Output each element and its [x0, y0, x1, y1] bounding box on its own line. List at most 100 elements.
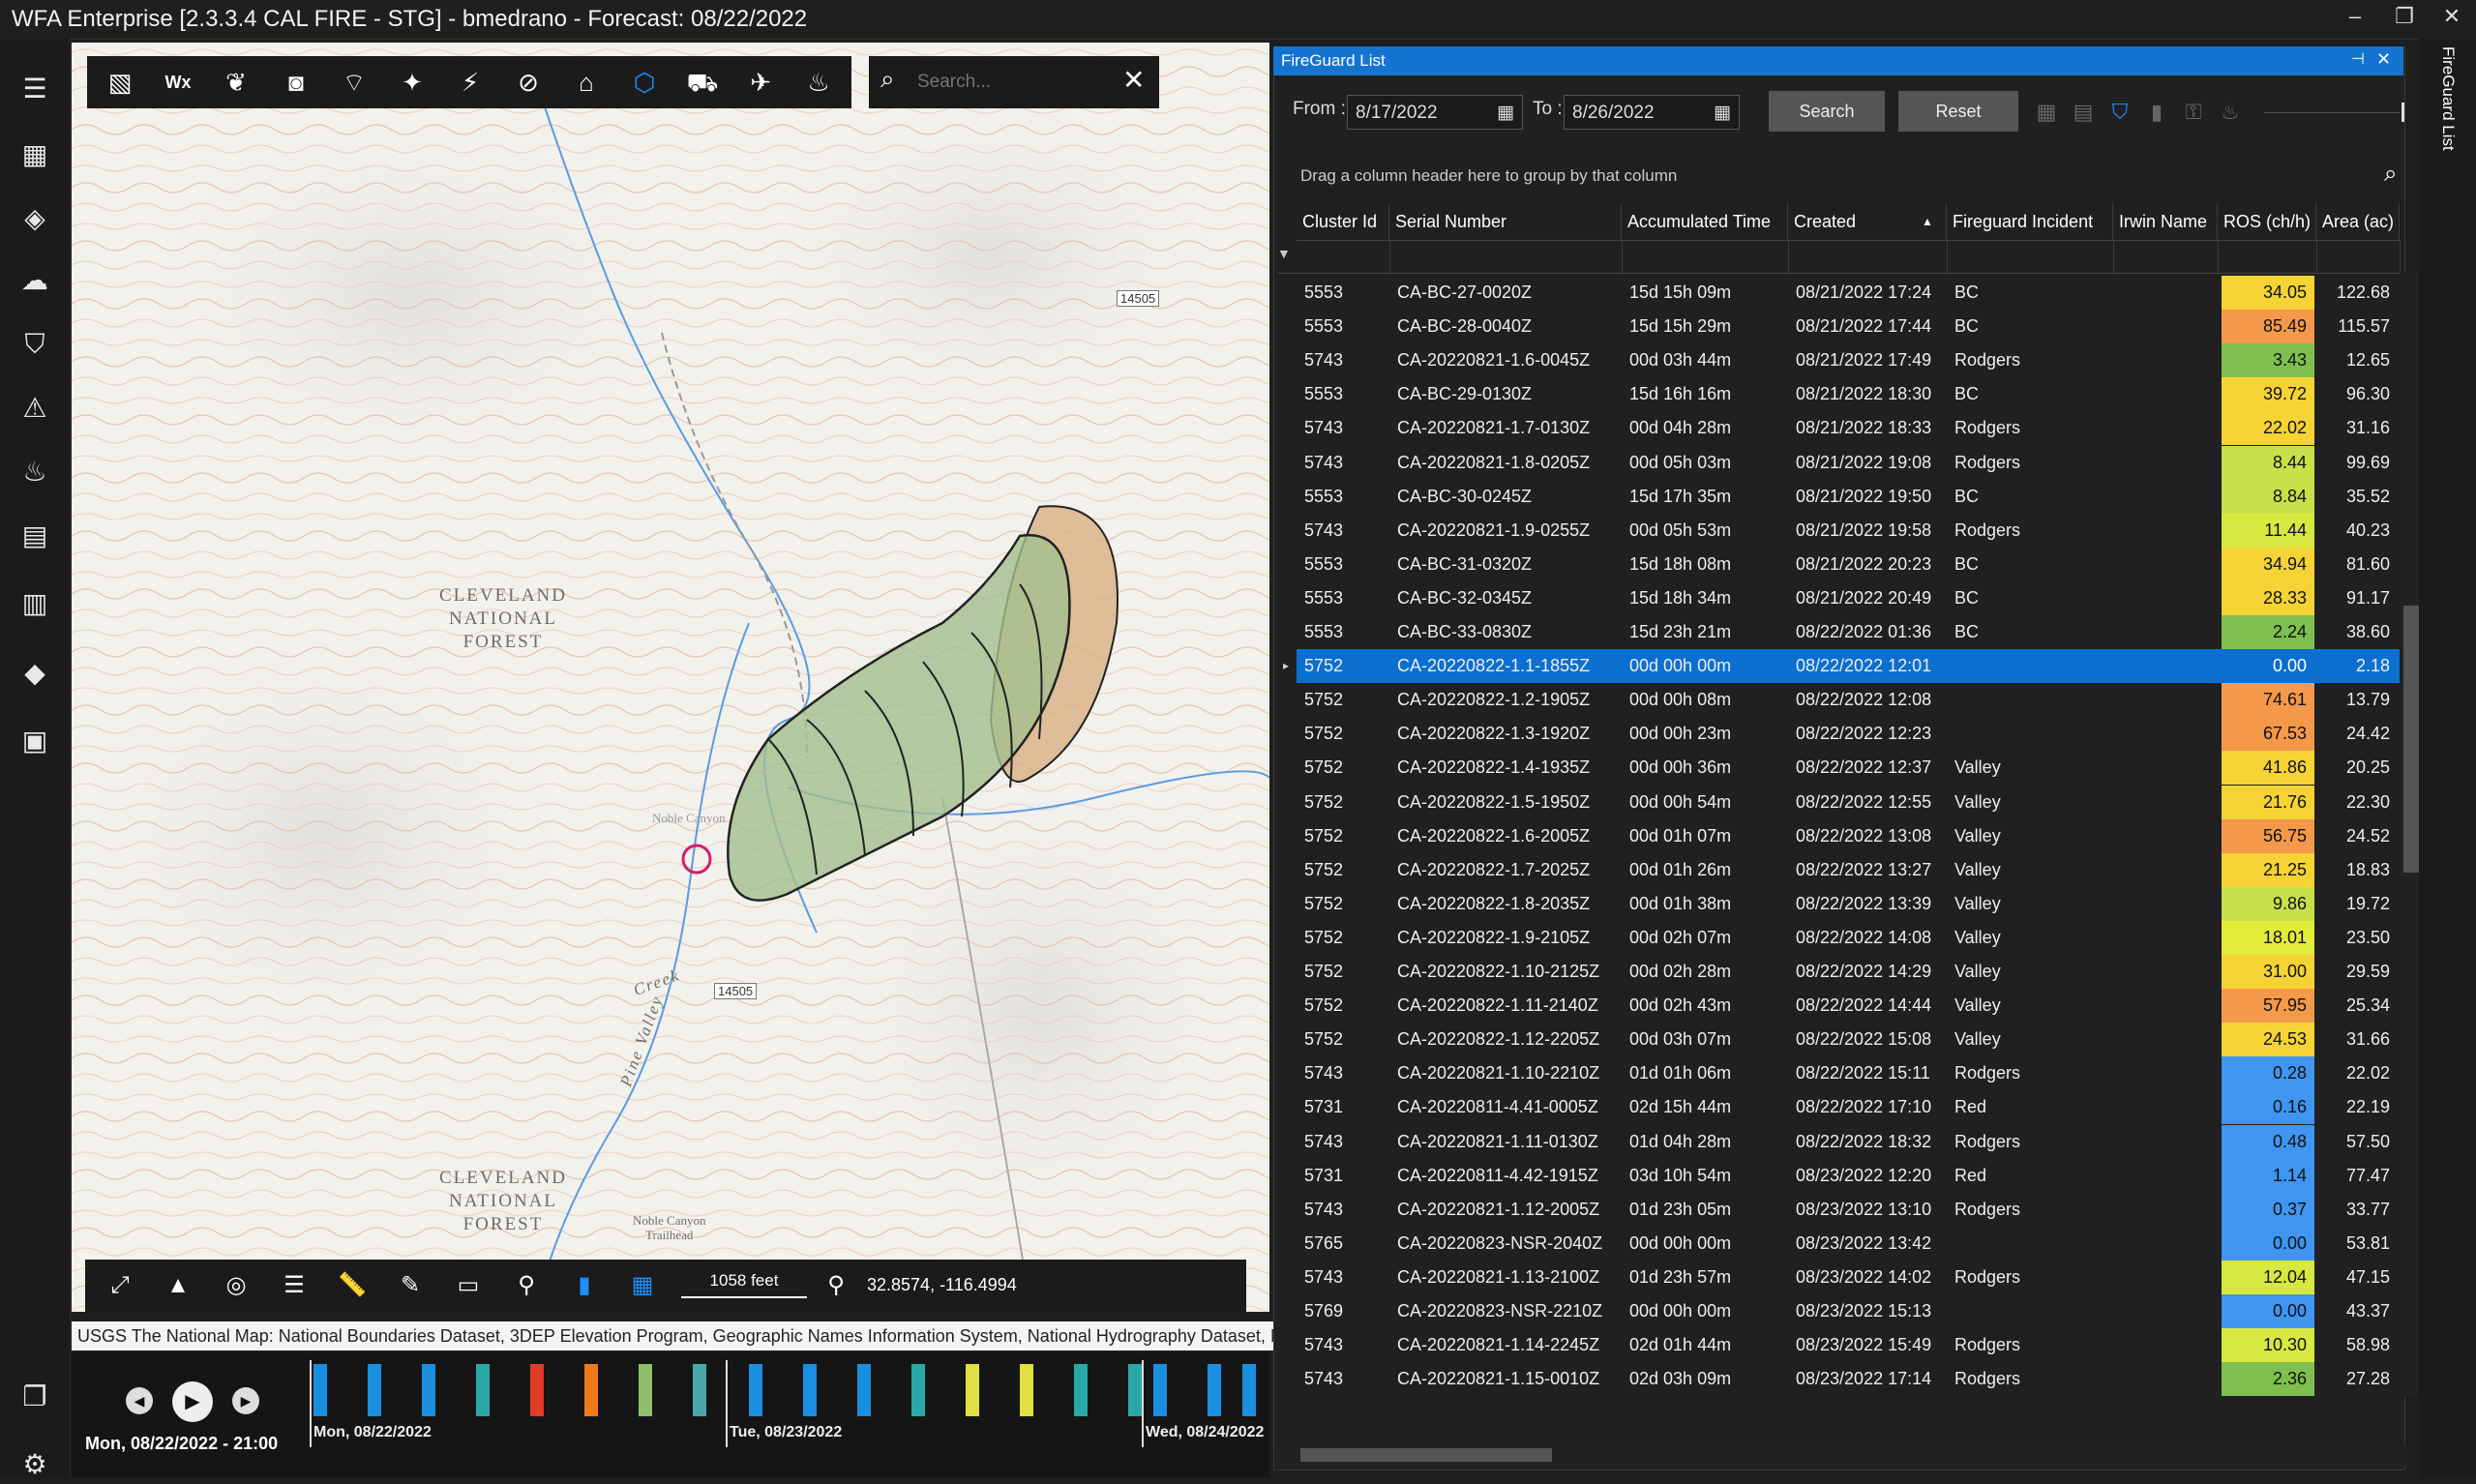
filter-cell[interactable]	[1389, 240, 1390, 273]
table-row[interactable]: 5731 CA-20220811-4.41-0005Z 02d 15h 44m 08/…	[1297, 1090, 2400, 1125]
windows-icon[interactable]: ❐	[15, 1378, 54, 1416]
no-entry-icon[interactable]: ⊘	[509, 63, 548, 102]
close-window-button[interactable]: ✕	[2432, 4, 2471, 29]
fireguard-icon[interactable]: ⬡	[625, 63, 664, 102]
table-row[interactable]: 5743 CA-20220821-1.9-0255Z 00d 05h 53m 08/2…	[1297, 513, 2400, 548]
list-icon[interactable]: ☰	[275, 1267, 313, 1304]
maximize-button[interactable]: ❐	[2385, 4, 2424, 29]
timeline-bar[interactable]	[911, 1364, 925, 1416]
table-row[interactable]: 5553 CA-BC-31-0320Z 15d 18h 08m 08/21/2022 …	[1297, 547, 2400, 581]
table-row[interactable]: 5731 CA-20220811-4.42-1915Z 03d 10h 54m 08/…	[1297, 1158, 2400, 1193]
table-row[interactable]: 5553 CA-BC-30-0245Z 15d 17h 35m 08/21/2022 …	[1297, 479, 2400, 514]
timeline[interactable]: ◀ ▶ ▶ Mon, 08/22/2022 Tue, 08/23/2022 We…	[72, 1352, 1269, 1477]
directions-icon[interactable]: ◈	[15, 199, 54, 238]
filter-cell[interactable]	[1622, 240, 1623, 273]
table-row[interactable]: 5553 CA-BC-27-0020Z 15d 15h 09m 08/21/2022 …	[1297, 276, 2400, 310]
timeline-bar[interactable]	[530, 1364, 544, 1416]
filter-cell[interactable]	[1788, 240, 1789, 273]
next-icon[interactable]: ▶	[232, 1387, 259, 1414]
timeline-bar[interactable]	[1074, 1364, 1088, 1416]
fullscreen-icon[interactable]: ⤢	[101, 1267, 139, 1304]
fireguard-filter-icon[interactable]: ⛉	[2105, 95, 2134, 130]
filter-cell[interactable]	[2113, 240, 2114, 273]
table-row[interactable]: 5752 CA-20220822-1.12-2205Z 00d 03h 07m 08/…	[1297, 1023, 2400, 1057]
grid-search-icon[interactable]: ⌕	[2384, 161, 2397, 188]
flame-icon[interactable]: ♨	[2216, 95, 2245, 130]
table-row[interactable]: 5743 CA-20220821-1.10-2210Z 01d 01h 06m 08/…	[1297, 1056, 2400, 1091]
side-tab[interactable]: FireGuard List	[2419, 39, 2476, 1477]
warning-icon[interactable]: ⚠	[15, 389, 54, 428]
bookmark-icon[interactable]: ▮	[565, 1267, 604, 1304]
table-row[interactable]: 5743 CA-20220821-1.14-2245Z 02d 01h 44m 08/…	[1297, 1328, 2400, 1363]
play-icon[interactable]: ▶	[172, 1381, 213, 1422]
timeline-bar[interactable]	[1208, 1364, 1221, 1416]
table-row[interactable]: 5752 CA-20220822-1.11-2140Z 00d 02h 43m 08/…	[1297, 989, 2400, 1024]
leaf-icon[interactable]: ❦	[217, 63, 255, 102]
camera-icon[interactable]: ◙	[277, 63, 315, 102]
table-row[interactable]: 5752 CA-20220822-1.2-1905Z 00d 00h 08m 08/2…	[1297, 683, 2400, 718]
slider-track[interactable]	[2264, 112, 2400, 113]
table-row[interactable]: 5769 CA-20220823-NSR-2210Z 00d 00h 00m 08/2…	[1297, 1294, 2400, 1328]
timeline-bar[interactable]	[422, 1364, 435, 1416]
filter-icon[interactable]: ▼	[1277, 246, 1291, 261]
fire-icon[interactable]: ♨	[15, 453, 54, 491]
structures-icon[interactable]: ⌂	[567, 63, 606, 102]
filter-cell[interactable]	[2316, 240, 2317, 273]
calendar-icon[interactable]: ▦	[15, 135, 54, 174]
table-row[interactable]: 5752 CA-20220822-1.10-2125Z 00d 02h 28m 08/…	[1297, 955, 2400, 989]
table-row[interactable]: 5553 CA-BC-29-0130Z 15d 16h 16m 08/21/2022 …	[1297, 377, 2400, 412]
column-header[interactable]: Cluster Id	[1297, 203, 1389, 240]
table-row[interactable]: 5752 CA-20220822-1.4-1935Z 00d 00h 36m 08/2…	[1297, 751, 2400, 786]
search-button[interactable]: Search	[1769, 91, 1885, 132]
layers-icon[interactable]: ◆	[15, 654, 54, 693]
timeline-bar[interactable]	[749, 1364, 762, 1416]
timeline-bar[interactable]	[1153, 1364, 1167, 1416]
to-date-input[interactable]: 8/26/2022 ▦	[1564, 95, 1740, 130]
lightning-icon[interactable]: ⚡	[451, 63, 490, 102]
panel-close-icon[interactable]: ✕	[2376, 49, 2391, 70]
timeline-bar[interactable]	[803, 1364, 817, 1416]
table-row[interactable]: 5752 CA-20220822-1.6-2005Z 00d 01h 07m 08/2…	[1297, 818, 2400, 853]
column-header[interactable]: Serial Number	[1389, 203, 1622, 240]
filter-row[interactable]: ▼	[1277, 240, 2401, 274]
filter-cell[interactable]	[2218, 240, 2219, 273]
timeline-bar[interactable]	[313, 1364, 327, 1416]
table-row[interactable]: 5743 CA-20220821-1.7-0130Z 00d 04h 28m 08/2…	[1297, 411, 2400, 446]
table-row[interactable]: 5743 CA-20220821-1.11-0130Z 01d 04h 28m 08/…	[1297, 1124, 2400, 1159]
column-header[interactable]: Accumulated Time	[1622, 203, 1788, 240]
previous-icon[interactable]: ◀	[126, 1387, 153, 1414]
table-row[interactable]: 5553 CA-BC-28-0040Z 15d 15h 29m 08/21/2022 …	[1297, 310, 2400, 344]
map-layers-icon[interactable]: ▧	[101, 63, 139, 102]
slider-handle[interactable]	[2401, 103, 2404, 122]
calendar-icon[interactable]: ▦	[1714, 96, 1731, 131]
map-pin-icon[interactable]: ⚲	[507, 1267, 546, 1304]
table-row[interactable]: 5743 CA-20220821-1.12-2005Z 01d 23h 05m 08/…	[1297, 1192, 2400, 1227]
timeline-bar[interactable]	[1128, 1364, 1142, 1416]
table-row[interactable]: 5752 CA-20220822-1.5-1950Z 00d 00h 54m 08/2…	[1297, 785, 2400, 819]
settings-gear-icon[interactable]: ⚙	[15, 1445, 54, 1484]
calendar-icon[interactable]: ▦	[1497, 96, 1514, 131]
satellite-dish-icon[interactable]: ⌔	[335, 63, 373, 102]
calculator-icon[interactable]: ▦	[623, 1267, 662, 1304]
from-date-input[interactable]: 8/17/2022 ▦	[1347, 95, 1523, 130]
pin-icon[interactable]: ⊣	[2351, 49, 2365, 69]
timeline-bar[interactable]	[476, 1364, 490, 1416]
timeline-bar[interactable]	[584, 1364, 598, 1416]
table-row[interactable]: 5743 CA-20220821-1.13-2100Z 01d 23h 57m 08/…	[1297, 1260, 2400, 1294]
clear-search-icon[interactable]: ✕	[1122, 64, 1145, 96]
table-row[interactable]: 5743 CA-20220821-1.6-0045Z 00d 03h 44m 08/2…	[1297, 343, 2400, 378]
table-row[interactable]: 5752 CA-20220822-1.7-2025Z 00d 01h 26m 08/2…	[1297, 852, 2400, 887]
thermometer-icon[interactable]: ♨	[799, 63, 838, 102]
dashboard-icon[interactable]: ▣	[15, 722, 54, 760]
column-header[interactable]: Fireguard Incident	[1947, 203, 2113, 240]
weather-icon[interactable]: Wx	[159, 63, 197, 102]
lock-icon[interactable]: ⚿	[2179, 95, 2208, 130]
table-row[interactable]: 5553 CA-BC-32-0345Z 15d 18h 34m 08/21/2022 …	[1297, 580, 2400, 615]
pencil-icon[interactable]: ✎	[391, 1267, 430, 1304]
timeline-bar[interactable]	[966, 1364, 979, 1416]
table-row[interactable]: 5752 CA-20220822-1.9-2105Z 00d 02h 07m 08/2…	[1297, 920, 2400, 955]
filter-cell[interactable]	[1947, 240, 1948, 273]
minimize-button[interactable]: –	[2336, 4, 2374, 29]
screen-icon[interactable]: ▭	[449, 1267, 488, 1304]
shield-icon[interactable]: ⛉	[15, 325, 54, 364]
